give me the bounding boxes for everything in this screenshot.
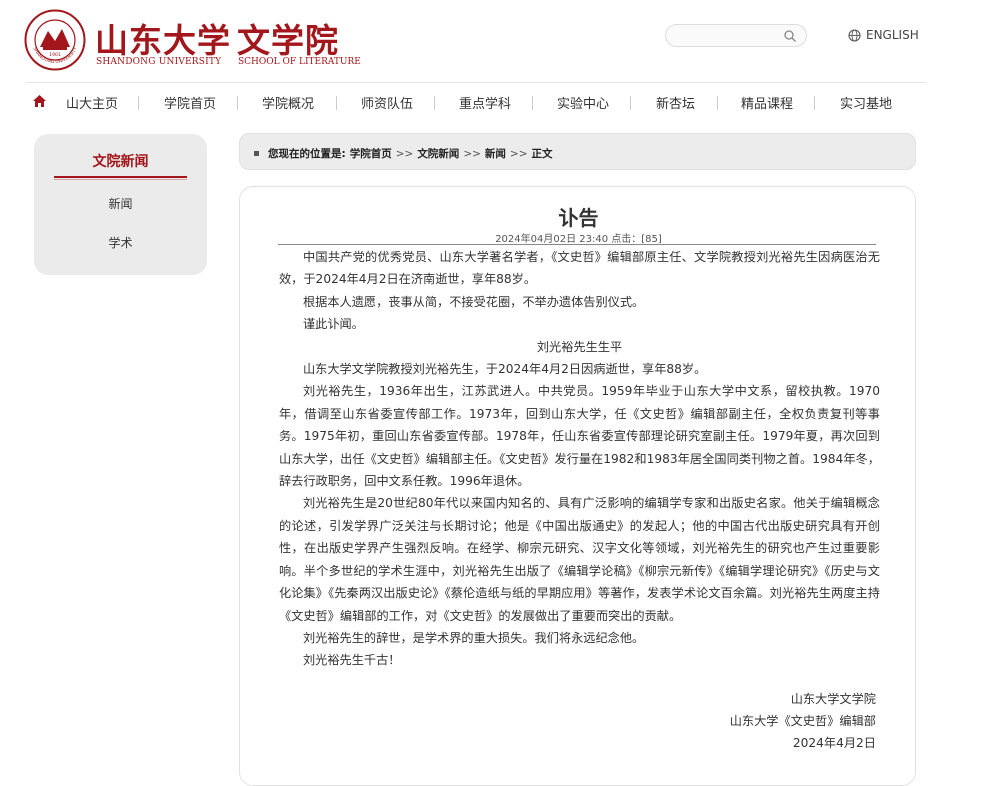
signature-line: 山东大学《文史哲》编辑部 (729, 714, 876, 728)
breadcrumb: 您现在的位置是: 学院首页 >> 文院新闻 >> 新闻 >> 正文 (239, 133, 916, 170)
sidebar-divider (54, 179, 187, 180)
bio-paragraph: 刘光裕先生千古！ (303, 653, 401, 668)
sidebar-item-news[interactable]: 新闻 (34, 195, 207, 212)
nav-separator (138, 96, 139, 110)
breadcrumb-separator: >> (509, 147, 528, 160)
article-paragraph: 根据本人遗愿，丧事从简，不接受花圈，不举办遗体告别仪式。 (303, 294, 645, 309)
sidebar-title: 文院新闻 (92, 154, 149, 170)
nav-item-courses[interactable]: 精品课程 (741, 93, 793, 112)
nav-item-internship[interactable]: 实习基地 (840, 93, 892, 112)
breadcrumb-item-news-section[interactable]: 文院新闻 (417, 146, 459, 161)
language-switch[interactable]: ENGLISH (848, 28, 919, 42)
article-divider (278, 244, 876, 245)
breadcrumb-bullet-icon (254, 151, 259, 156)
breadcrumb-separator: >> (463, 147, 481, 160)
nav-item-overview[interactable]: 学院概况 (262, 93, 314, 112)
nav-separator (336, 96, 337, 110)
breadcrumb-item-news[interactable]: 新闻 (485, 146, 506, 161)
sidebar-divider (54, 176, 187, 178)
nav-separator (630, 96, 631, 110)
bio-heading: 刘光裕先生生平 (536, 339, 623, 354)
nav-item-school-home[interactable]: 学院首页 (164, 93, 216, 112)
nav-item-sdu-home[interactable]: 山大主页 (66, 93, 118, 112)
bio-paragraph: 山东大学文学院教授刘光裕先生，于2024年4月2日因病逝世，享年88岁。 (303, 362, 707, 377)
globe-icon (848, 28, 861, 42)
breadcrumb-prefix: 您现在的位置是: (268, 148, 346, 160)
svg-text:1901: 1901 (49, 52, 61, 58)
bio-paragraph: 刘光裕先生，1936年出生，江苏武进人。中共党员。1959年毕业于山东大学中文系… (279, 384, 880, 489)
sidebar: 文院新闻 新闻 学术 (34, 134, 207, 275)
nav-separator (532, 96, 533, 110)
article-meta: 2024年04月02日 23:40 点击：[85] (495, 234, 662, 245)
university-name-cn: 山东大学 (95, 21, 231, 60)
article-title: 讣告 (558, 206, 599, 230)
bio-paragraph: 刘光裕先生是20世纪80年代以来国内知名的、具有广泛影响的编辑学专家和出版史名家… (279, 496, 880, 623)
breadcrumb-item-school-home[interactable]: 学院首页 (350, 146, 392, 161)
article-paragraph: 中国共产党的优秀党员、山东大学著名学者，《文史哲》编辑部原主任、文学院教授刘光裕… (279, 250, 880, 287)
nav-separator (814, 96, 815, 110)
bio-paragraph: 刘光裕先生的辞世，是学术界的重大损失。我们将永远纪念他。 (303, 630, 645, 645)
nav-item-faculty[interactable]: 师资队伍 (361, 93, 413, 112)
language-label: ENGLISH (866, 28, 919, 42)
nav-item-lab-center[interactable]: 实验中心 (557, 93, 609, 112)
signature-line: 山东大学文学院 (790, 692, 876, 706)
sidebar-item-academic[interactable]: 学术 (34, 234, 207, 251)
nav-item-xin-xingtan[interactable]: 新杏坛 (656, 93, 695, 112)
home-icon[interactable] (33, 95, 46, 107)
school-name-cn: 文学院 (237, 21, 339, 60)
nav-separator (717, 96, 718, 110)
article-panel: 讣告 2024年04月02日 23:40 点击：[85] 中国共产党的优秀党员、… (239, 186, 916, 786)
nav-separator (434, 96, 435, 110)
nav-item-key-disciplines[interactable]: 重点学科 (459, 93, 511, 112)
signature-date: 2024年4月2日 (792, 736, 876, 750)
article-body: 中国共产党的优秀党员、山东大学著名学者，《文史哲》编辑部原主任、文学院教授刘光裕… (279, 246, 880, 672)
nav-separator (237, 96, 238, 110)
article-paragraph: 谨此讣闻。 (303, 317, 364, 332)
search-box (665, 24, 807, 47)
main-nav: 山大主页 学院首页 学院概况 师资队伍 重点学科 实验中心 新杏坛 精品课程 实… (26, 82, 926, 121)
university-seal-logo[interactable]: 1901 SHANDONG UNIVERSITY (24, 9, 86, 71)
search-icon[interactable] (783, 29, 797, 43)
school-name-en: SCHOOL OF LITERATURE (238, 57, 361, 67)
breadcrumb-item-current: 正文 (531, 148, 553, 160)
search-input[interactable] (676, 27, 785, 46)
university-name-en: SHANDONG UNIVERSITY (96, 57, 222, 67)
site-header: 1901 SHANDONG UNIVERSITY 山东大学 SHANDONG U… (0, 0, 1000, 80)
breadcrumb-separator: >> (395, 147, 414, 160)
